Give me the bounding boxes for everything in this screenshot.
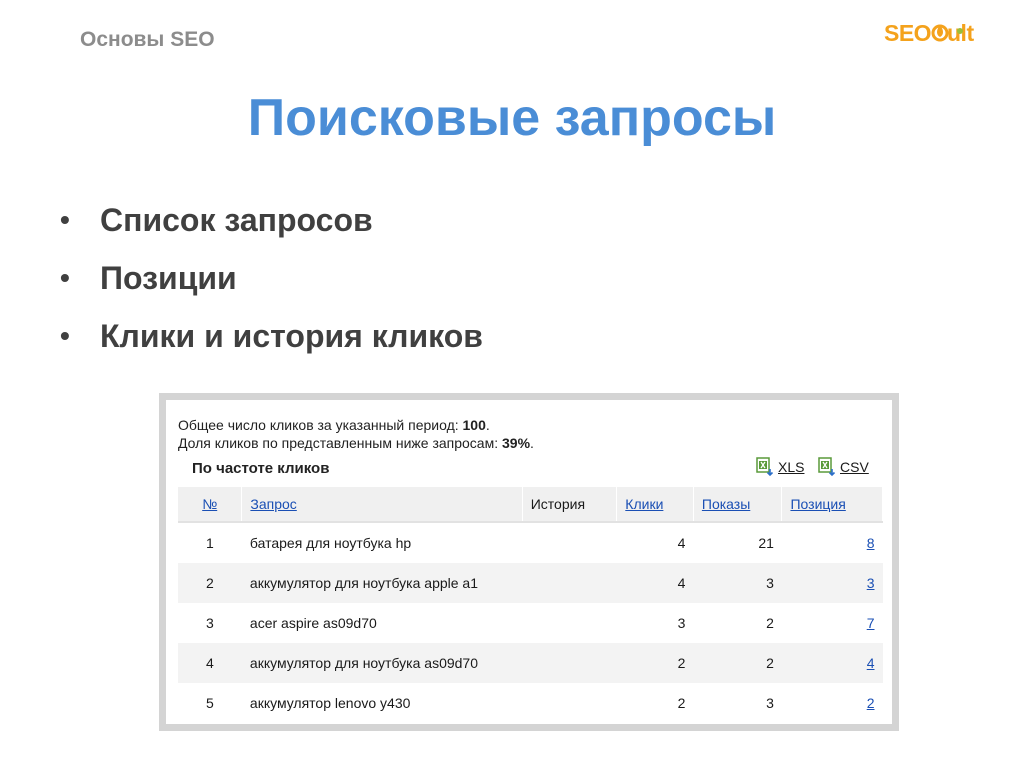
row-position[interactable]: 7 bbox=[782, 603, 883, 643]
row-query: аккумулятор для ноутбука as09d70 bbox=[241, 643, 523, 683]
export-csv[interactable]: CSV bbox=[818, 457, 869, 477]
position-link[interactable]: 2 bbox=[867, 695, 875, 711]
position-link[interactable]: 3 bbox=[867, 575, 875, 591]
row-history bbox=[522, 522, 617, 563]
col-num-header[interactable]: № bbox=[178, 487, 243, 523]
bullet-dot-icon: • bbox=[60, 320, 70, 351]
row-shows: 3 bbox=[766, 695, 774, 711]
excel-download-icon bbox=[818, 457, 836, 477]
table-row: 1 батарея для ноутбука hp 4 21 8 bbox=[178, 522, 883, 563]
position-link[interactable]: 7 bbox=[867, 615, 875, 631]
row-query: acer aspire as09d70 bbox=[249, 615, 377, 631]
export-xls[interactable]: XLS bbox=[756, 457, 804, 477]
row-num: 4 bbox=[178, 643, 242, 683]
position-link[interactable]: 8 bbox=[867, 535, 875, 551]
clicks-share-value: 39% bbox=[502, 435, 531, 451]
row-position[interactable]: 3 bbox=[781, 563, 883, 603]
clicks-share-line: Доля кликов по представленным ниже запро… bbox=[178, 435, 534, 451]
sort-label: По частоте кликов bbox=[192, 460, 330, 477]
row-shows: 2 bbox=[693, 643, 782, 683]
col-shows-header[interactable]: Показы bbox=[693, 487, 783, 523]
bullet-dot-icon: • bbox=[60, 262, 70, 293]
row-position[interactable]: 2 bbox=[782, 683, 883, 723]
seopult-logo-graphic: SEO ult bbox=[884, 20, 975, 46]
row-shows: 2 bbox=[766, 615, 774, 631]
col-query-header[interactable]: Запрос bbox=[241, 487, 523, 523]
row-clicks: 4 bbox=[677, 535, 686, 551]
row-position[interactable]: 8 bbox=[782, 522, 883, 563]
bullet-text: Позиции bbox=[100, 260, 237, 296]
row-query: аккумулятор для ноутбука apple a1 bbox=[241, 563, 523, 603]
table-row: 2 аккумулятор для ноутбука apple a1 4 3 … bbox=[178, 563, 883, 603]
bullet-item: • Клики и история кликов bbox=[58, 314, 483, 372]
row-num: 5 bbox=[206, 695, 214, 711]
queries-table: № Запрос История Клики Показы Позиция 1 … bbox=[178, 487, 883, 723]
col-clicks-header[interactable]: Клики bbox=[616, 487, 694, 523]
sort-num-link[interactable]: № bbox=[202, 496, 217, 512]
sort-clicks-link[interactable]: Клики bbox=[625, 496, 663, 512]
xls-link[interactable]: XLS bbox=[778, 459, 804, 475]
row-history bbox=[522, 643, 617, 683]
col-position-header[interactable]: Позиция bbox=[781, 487, 883, 523]
total-clicks-value: 100 bbox=[462, 417, 486, 433]
clicks-summary: Общее число кликов за указанный период: … bbox=[178, 416, 534, 452]
row-position[interactable]: 4 bbox=[781, 643, 883, 683]
row-query: аккумулятор lenovo y430 bbox=[249, 695, 411, 711]
row-history bbox=[522, 603, 617, 643]
sort-shows-link[interactable]: Показы bbox=[702, 496, 750, 512]
bullet-text: Список запросов bbox=[100, 202, 373, 238]
bullet-item: • Список запросов bbox=[58, 198, 483, 256]
row-clicks: 2 bbox=[677, 695, 686, 711]
row-clicks: 2 bbox=[616, 643, 694, 683]
slide-title: Поисковые запросы bbox=[247, 89, 777, 147]
total-clicks-line: Общее число кликов за указанный период: … bbox=[178, 417, 490, 433]
row-shows: 21 bbox=[758, 535, 774, 551]
row-num: 2 bbox=[178, 563, 242, 603]
position-link[interactable]: 4 bbox=[867, 655, 875, 671]
sort-position-link[interactable]: Позиция bbox=[790, 496, 845, 512]
course-label: Основы SEO bbox=[80, 28, 215, 51]
table-row: 4 аккумулятор для ноутбука as09d70 2 2 4 bbox=[178, 643, 883, 683]
bullet-item: • Позиции bbox=[58, 256, 483, 314]
csv-link[interactable]: CSV bbox=[840, 459, 869, 475]
table-row: 3 acer aspire as09d70 3 2 7 bbox=[178, 603, 883, 643]
row-num: 1 bbox=[206, 535, 214, 551]
row-shows: 3 bbox=[693, 563, 782, 603]
row-query: батарея для ноутбука hp bbox=[249, 535, 412, 551]
excel-download-icon bbox=[756, 457, 774, 477]
table-header-row: № Запрос История Клики Показы Позиция bbox=[178, 487, 883, 523]
bullet-dot-icon: • bbox=[60, 204, 70, 235]
bullet-text: Клики и история кликов bbox=[100, 318, 483, 354]
queries-screenshot: Общее число кликов за указанный период: … bbox=[166, 400, 892, 724]
svg-text:SEO: SEO bbox=[884, 20, 931, 46]
row-history bbox=[522, 683, 617, 723]
table-row: 5 аккумулятор lenovo y430 2 3 2 bbox=[178, 683, 883, 723]
sort-query-link[interactable]: Запрос bbox=[250, 496, 296, 512]
seopult-logo: SEO ult bbox=[884, 18, 988, 48]
row-num: 3 bbox=[206, 615, 214, 631]
row-clicks: 4 bbox=[616, 563, 694, 603]
row-clicks: 3 bbox=[677, 615, 686, 631]
bullet-list: • Список запросов • Позиции • Клики и истор… bbox=[58, 198, 483, 372]
col-history-header: История bbox=[522, 487, 618, 523]
row-history bbox=[522, 563, 617, 603]
